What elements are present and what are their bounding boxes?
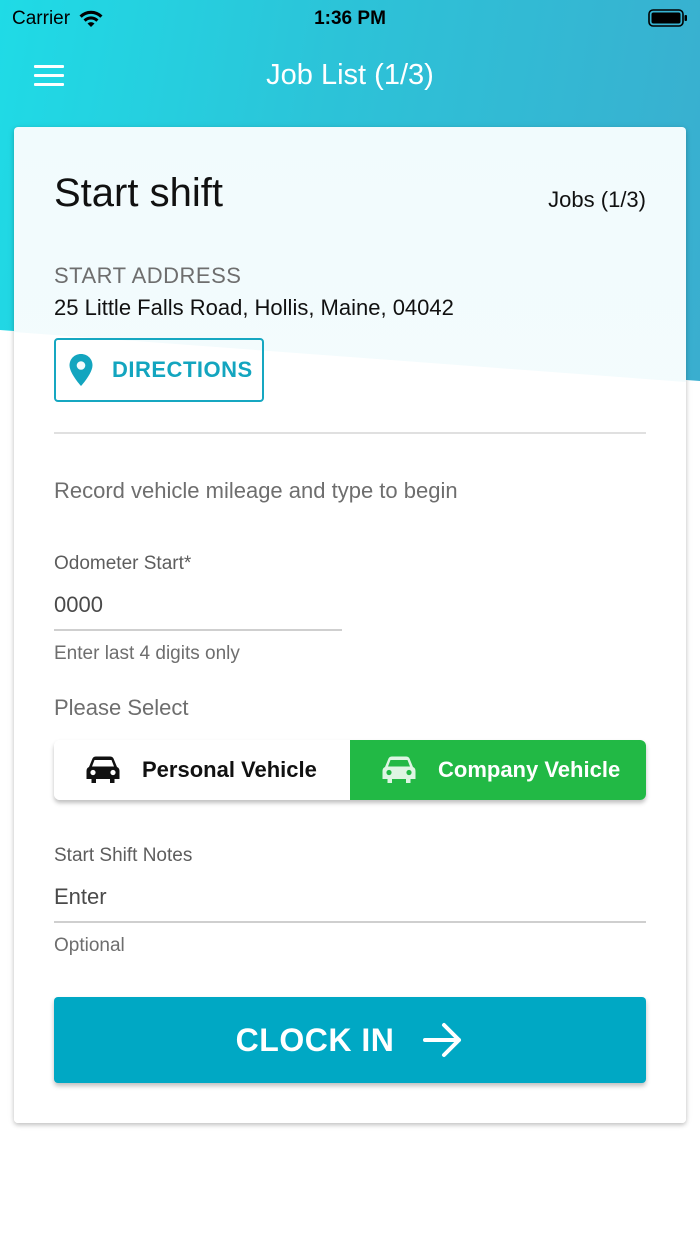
section-divider xyxy=(54,432,646,434)
nav-bar: Job List (1/3) xyxy=(0,50,700,102)
notes-helper-text: Optional xyxy=(54,935,125,956)
personal-vehicle-label: Personal Vehicle xyxy=(142,757,317,782)
clock-in-label: CLOCK IN xyxy=(235,1021,395,1058)
notes-label: Start Shift Notes xyxy=(54,845,193,866)
directions-button[interactable]: DIRECTIONS xyxy=(54,338,264,402)
directions-label: DIRECTIONS xyxy=(112,357,253,382)
status-bar: Carrier 1:36 PM xyxy=(0,0,700,36)
car-icon xyxy=(382,756,416,783)
company-vehicle-label: Company Vehicle xyxy=(438,757,621,782)
arrow-right-icon xyxy=(423,1023,462,1057)
odometer-label: Odometer Start* xyxy=(54,553,192,574)
card-title: Start shift xyxy=(54,171,223,215)
status-time: 1:36 PM xyxy=(314,8,386,29)
vehicle-type-toggle: Personal Vehicle Company Vehicle xyxy=(54,740,646,800)
battery-icon xyxy=(648,9,687,27)
personal-vehicle-option[interactable]: Personal Vehicle xyxy=(54,740,350,800)
start-shift-notes-input[interactable] xyxy=(54,873,646,923)
jobs-count: Jobs (1/3) xyxy=(548,187,646,212)
instructions-text: Record vehicle mileage and type to begin xyxy=(54,478,458,503)
clock-in-button[interactable]: CLOCK IN xyxy=(54,997,646,1083)
car-icon xyxy=(86,756,120,783)
odometer-input[interactable] xyxy=(54,581,342,631)
nav-title: Job List (1/3) xyxy=(266,59,434,91)
map-pin-icon xyxy=(69,354,93,386)
start-address-label: START ADDRESS xyxy=(54,263,242,288)
vehicle-select-label: Please Select xyxy=(54,695,189,720)
start-shift-card: Start shift Jobs (1/3) START ADDRESS 25 … xyxy=(14,127,686,1123)
company-vehicle-option[interactable]: Company Vehicle xyxy=(350,740,646,800)
start-address-value: 25 Little Falls Road, Hollis, Maine, 040… xyxy=(54,295,454,320)
odometer-helper-text: Enter last 4 digits only xyxy=(54,643,240,664)
